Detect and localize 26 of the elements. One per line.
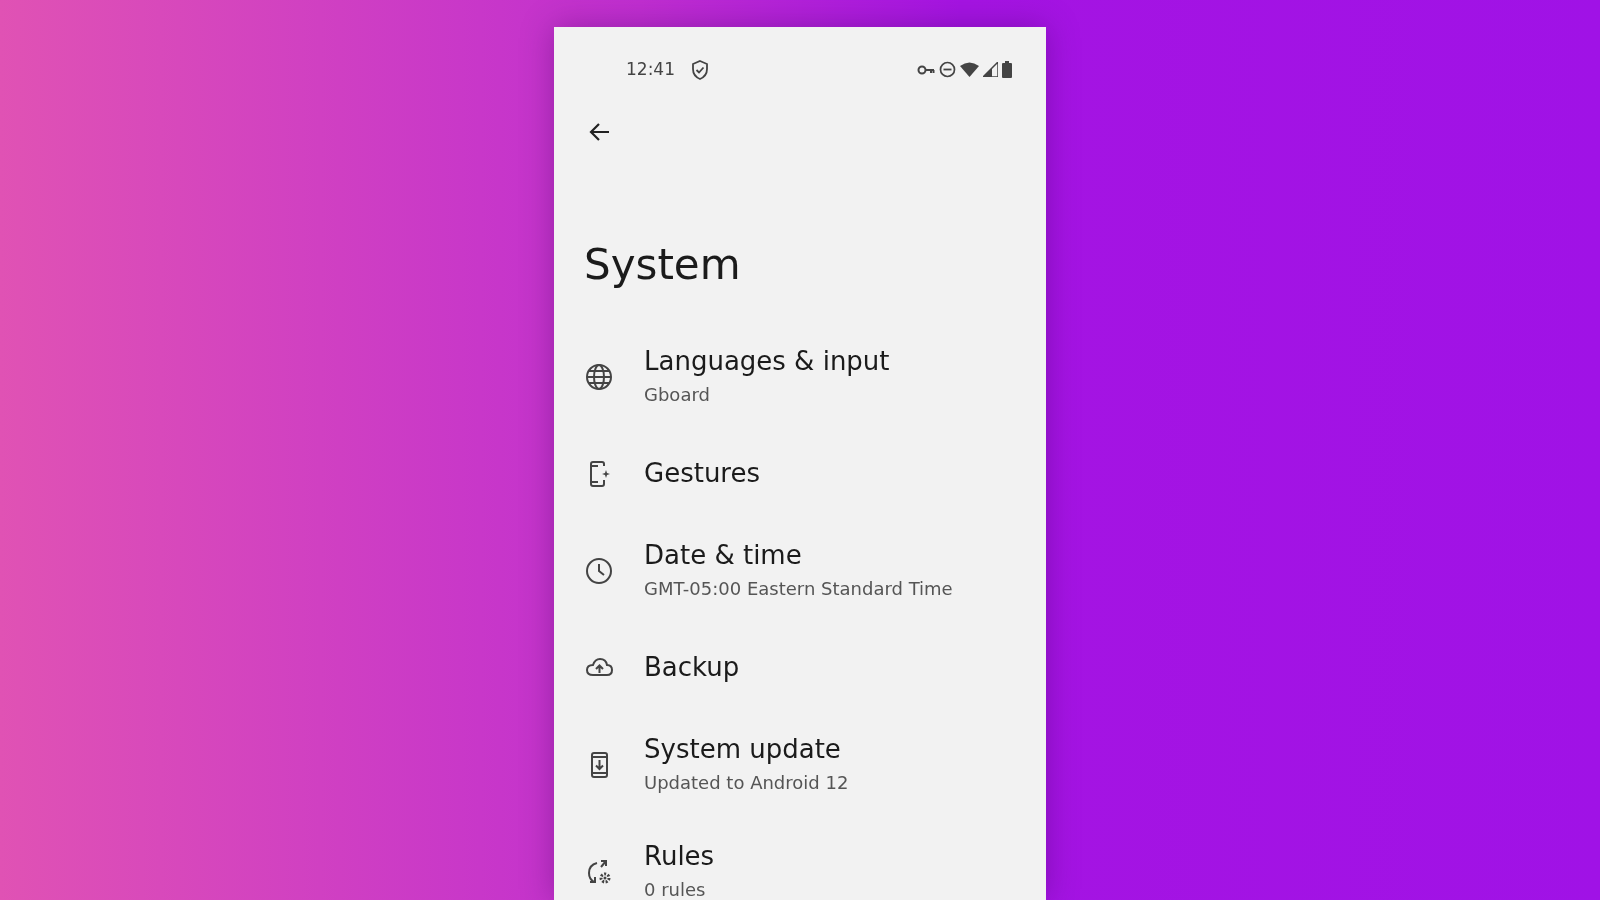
shield-check-icon — [691, 59, 709, 80]
globe-icon — [584, 361, 614, 392]
settings-item[interactable]: Date & time GMT-05:00 Eastern Standard Time — [554, 522, 1046, 620]
settings-item[interactable]: Rules 0 rules — [554, 823, 1046, 900]
key-icon — [917, 63, 935, 76]
settings-item[interactable]: Gestures — [554, 425, 1046, 523]
settings-item[interactable]: System update Updated to Android 12 — [554, 716, 1046, 814]
item-title: Languages & input — [644, 345, 890, 377]
page-title: System — [584, 240, 742, 291]
item-title: Rules — [644, 840, 715, 872]
wifi-icon — [960, 62, 979, 77]
item-subtitle: Updated to Android 12 — [644, 771, 849, 795]
status-time: 12:41 — [626, 57, 675, 81]
item-subtitle: 0 rules — [644, 878, 707, 900]
item-title: System update — [644, 733, 842, 765]
item-title: Date & time — [644, 539, 803, 571]
clock-icon — [584, 555, 614, 586]
do-not-disturb-icon — [939, 61, 956, 78]
item-subtitle: Gboard — [644, 383, 711, 407]
signal-icon — [983, 62, 998, 77]
settings-item[interactable]: Languages & input Gboard — [554, 328, 1046, 426]
item-title: Backup — [644, 652, 740, 684]
item-subtitle: GMT-05:00 Eastern Standard Time — [644, 577, 953, 601]
item-title: Gestures — [644, 458, 761, 490]
settings-item[interactable]: Backup — [554, 619, 1046, 717]
battery-icon — [1002, 61, 1012, 78]
